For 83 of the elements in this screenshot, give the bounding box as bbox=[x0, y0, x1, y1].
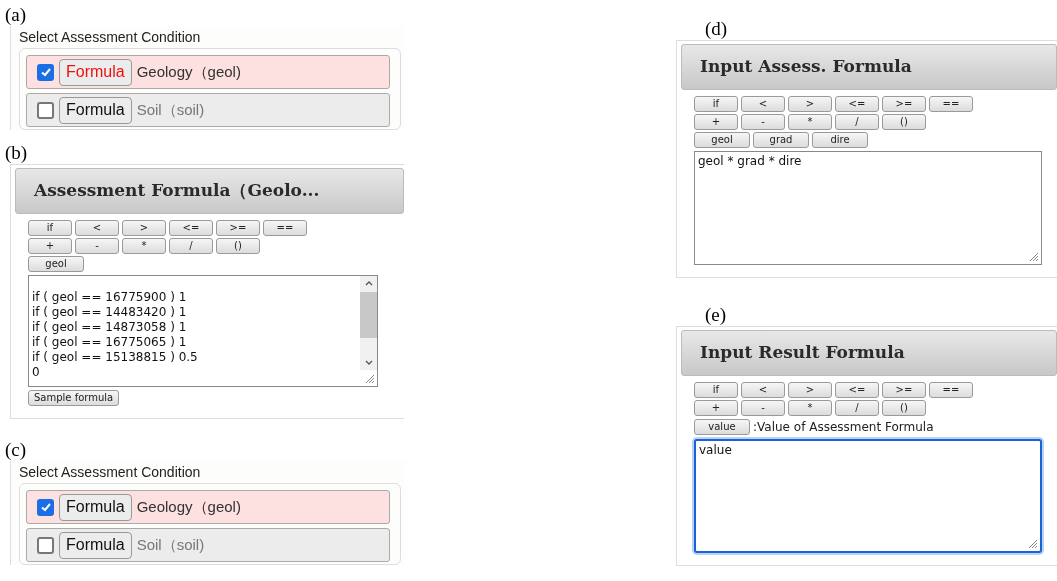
variable-button[interactable]: grad bbox=[753, 132, 809, 148]
panel-label: (c) bbox=[5, 439, 28, 461]
operator-button[interactable]: / bbox=[835, 400, 879, 416]
panel-label: (b) bbox=[5, 142, 29, 164]
scrollbar[interactable] bbox=[360, 276, 377, 370]
formula-button[interactable]: Formula bbox=[59, 531, 132, 559]
formula-button[interactable]: Formula bbox=[59, 493, 132, 521]
variable-button[interactable]: geol bbox=[694, 132, 750, 148]
operator-button[interactable]: == bbox=[929, 96, 973, 112]
operator-button[interactable]: if bbox=[694, 96, 738, 112]
operator-button[interactable]: == bbox=[263, 220, 307, 236]
checkbox[interactable] bbox=[37, 498, 54, 516]
resize-grip-icon bbox=[1027, 250, 1039, 262]
panel-label: (d) bbox=[705, 18, 729, 40]
operator-button[interactable]: > bbox=[788, 382, 832, 398]
operator-button[interactable]: * bbox=[788, 400, 832, 416]
operator-button[interactable]: () bbox=[882, 400, 926, 416]
formula-line: if ( geol == 15138815 ) 0.5 bbox=[32, 350, 199, 365]
checkbox[interactable] bbox=[37, 101, 54, 119]
operator-button[interactable]: () bbox=[882, 114, 926, 130]
operator-button[interactable]: >= bbox=[882, 96, 926, 112]
variable-button[interactable]: value bbox=[694, 419, 750, 435]
operator-button[interactable]: - bbox=[75, 238, 119, 254]
operator-button[interactable]: > bbox=[788, 96, 832, 112]
operator-button[interactable]: <= bbox=[835, 96, 879, 112]
condition-row[interactable]: Formula Soil（soil) bbox=[26, 93, 390, 127]
operator-button[interactable]: + bbox=[694, 400, 738, 416]
operator-button[interactable]: * bbox=[122, 238, 166, 254]
panel-title: Input Result Formula bbox=[700, 341, 905, 365]
panel-label: (e) bbox=[705, 304, 728, 326]
operator-button[interactable]: < bbox=[741, 96, 785, 112]
formula-field[interactable]: geol * grad * dire bbox=[694, 151, 1042, 265]
operator-button[interactable]: - bbox=[741, 400, 785, 416]
panel-title: Select Assessment Condition bbox=[19, 28, 202, 46]
operator-button[interactable]: < bbox=[75, 220, 119, 236]
condition-name: Soil（soil) bbox=[136, 99, 205, 120]
operator-button[interactable]: <= bbox=[835, 382, 879, 398]
operator-button[interactable]: * bbox=[788, 114, 832, 130]
panel-title: Assessment Formula（Geolo... bbox=[34, 179, 320, 203]
operator-button[interactable]: <= bbox=[169, 220, 213, 236]
checkbox[interactable] bbox=[37, 63, 54, 81]
operator-button[interactable]: / bbox=[169, 238, 213, 254]
operator-button[interactable]: > bbox=[122, 220, 166, 236]
formula-field[interactable]: value bbox=[694, 439, 1042, 553]
formula-line: if ( geol == 14873058 ) 1 bbox=[32, 320, 188, 335]
condition-name: Soil（soil) bbox=[136, 534, 205, 555]
checkbox[interactable] bbox=[37, 536, 54, 554]
operator-button[interactable]: + bbox=[694, 114, 738, 130]
operator-button[interactable]: >= bbox=[216, 220, 260, 236]
variable-button[interactable]: geol bbox=[28, 256, 84, 272]
operator-button[interactable]: if bbox=[694, 382, 738, 398]
operator-button[interactable]: < bbox=[741, 382, 785, 398]
variable-note: :Value of Assessment Formula bbox=[753, 419, 934, 436]
formula-field[interactable]: if ( geol == 16775900 ) 1 if ( geol == 14483420 ) 1 if ( geol == 14873058 ) 1 if ( geol == 16775065 ) 1 if ( geol == 15138815 ) 0.5 0 bbox=[28, 275, 378, 387]
formula-line: 0 bbox=[32, 365, 41, 380]
formula-line: if ( geol == 14483420 ) 1 bbox=[32, 305, 188, 320]
condition-name: Geology（geol) bbox=[136, 496, 241, 517]
operator-button[interactable]: () bbox=[216, 238, 260, 254]
formula-line: if ( geol == 16775065 ) 1 bbox=[32, 335, 188, 350]
operator-button[interactable]: == bbox=[929, 382, 973, 398]
sample-formula-button[interactable]: Sample formula bbox=[28, 390, 120, 406]
operator-button[interactable]: >= bbox=[882, 382, 926, 398]
condition-row[interactable]: Formula Soil（soil) bbox=[26, 528, 390, 562]
formula-line: value bbox=[699, 443, 733, 458]
resize-grip-icon bbox=[1026, 537, 1038, 549]
operator-button[interactable]: + bbox=[28, 238, 72, 254]
operator-button[interactable]: / bbox=[835, 114, 879, 130]
condition-name: Geology（geol) bbox=[136, 61, 241, 82]
checkmark-icon bbox=[39, 501, 52, 513]
formula-line: if ( geol == 16775900 ) 1 bbox=[32, 290, 188, 305]
panel-title: Input Assess. Formula bbox=[700, 55, 912, 79]
variable-button[interactable]: dire bbox=[812, 132, 868, 148]
checkmark-icon bbox=[39, 66, 52, 78]
resize-grip-icon bbox=[363, 372, 375, 384]
condition-row[interactable]: Formula Geology（geol) bbox=[26, 490, 390, 524]
operator-button[interactable]: if bbox=[28, 220, 72, 236]
panel-label: (a) bbox=[5, 4, 28, 26]
formula-line: geol * grad * dire bbox=[698, 154, 803, 169]
operator-button[interactable]: - bbox=[741, 114, 785, 130]
panel-title: Select Assessment Condition bbox=[19, 463, 202, 481]
formula-button[interactable]: Formula bbox=[59, 96, 132, 124]
condition-row[interactable]: Formula Geology（geol) bbox=[26, 55, 390, 89]
formula-button[interactable]: Formula bbox=[59, 58, 132, 86]
